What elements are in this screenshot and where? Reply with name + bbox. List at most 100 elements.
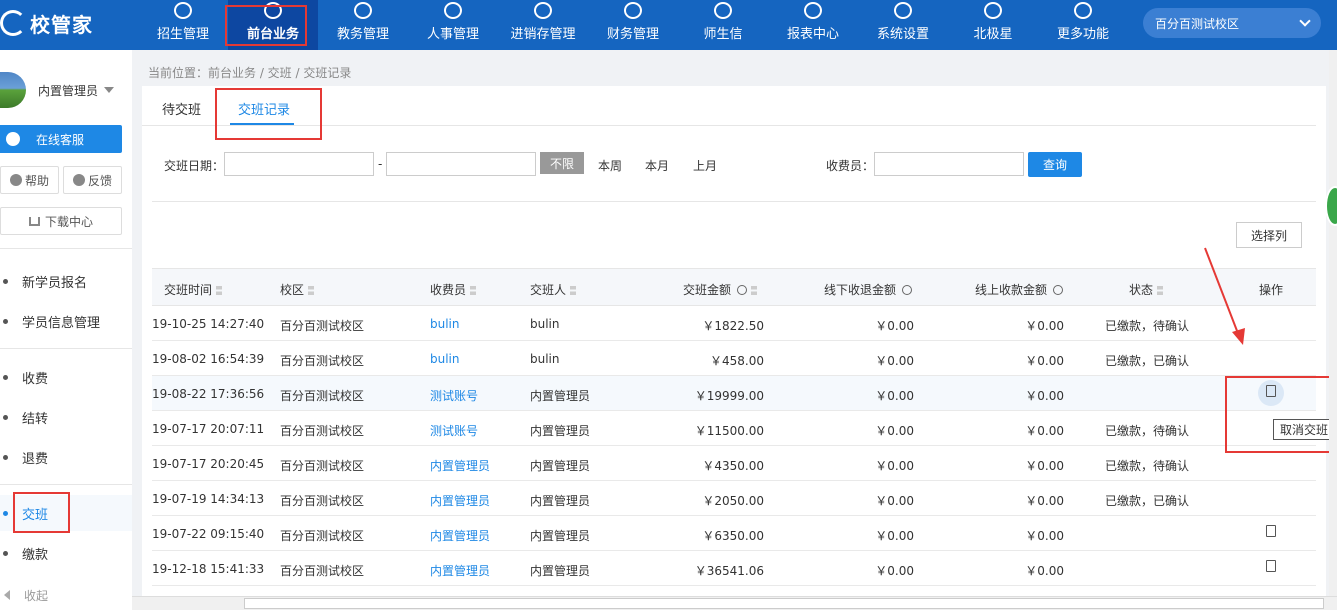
star-icon: [984, 2, 1002, 19]
header-label: 交班金额: [683, 283, 732, 297]
table-row: 19-08-02 16:54:39 百分百测试校区 bulin bulin ￥4…: [152, 341, 1316, 376]
vertical-scrollbar[interactable]: [1329, 50, 1337, 596]
sidebar-item-transfer[interactable]: 结转: [0, 399, 132, 435]
cell-time: 19-10-25 14:27:40: [152, 317, 265, 331]
select-columns-button[interactable]: 选择列: [1236, 222, 1302, 248]
cell-cashier[interactable]: 内置管理员: [430, 527, 490, 544]
main-panel: 待交班 交班记录 交班日期： - 不限 本周 本月 上月 收费员： 查询 选择列…: [142, 86, 1326, 600]
document-icon[interactable]: [1266, 525, 1276, 537]
end-date-input[interactable]: [386, 152, 536, 176]
cell-time: 19-07-22 09:15:40: [152, 527, 265, 541]
header-cell[interactable]: 校区: [280, 281, 315, 298]
nav-item-messages[interactable]: 师生信: [678, 0, 768, 50]
help-button[interactable]: 帮助: [0, 166, 59, 194]
nav-label: 师生信: [703, 27, 743, 42]
cell-amount: ￥11500.00: [694, 424, 764, 438]
cell-cashier[interactable]: bulin: [430, 317, 460, 331]
sidebar-item-payment[interactable]: 缴款: [0, 535, 132, 571]
header-label: 交班人: [530, 283, 567, 297]
horizontal-scrollbar[interactable]: [132, 596, 1337, 610]
nav-item-settings[interactable]: 系统设置: [858, 0, 948, 50]
breadcrumb: 当前位置：前台业务 / 交班 / 交班记录: [148, 66, 352, 80]
campus-selector[interactable]: 百分百测试校区: [1143, 8, 1321, 38]
cell-handover: 内置管理员: [530, 494, 591, 508]
help-feedback-row: 帮助 反馈: [0, 166, 122, 194]
online-service-button[interactable]: 在线客服: [0, 125, 122, 153]
sort-up-icon: [570, 286, 577, 295]
nav-item-reports[interactable]: 报表中心: [768, 0, 858, 50]
download-center-button[interactable]: 下载中心: [0, 207, 122, 235]
cell-cashier[interactable]: bulin: [430, 352, 460, 366]
sidebar-item-student-info[interactable]: 学员信息管理: [0, 303, 132, 339]
cell-status: 已缴款，待确认: [1105, 459, 1190, 473]
app-logo[interactable]: 校管家: [0, 8, 93, 38]
cashier-label: 收费员：: [826, 159, 875, 173]
header-cell[interactable]: 收费员: [430, 281, 477, 298]
report-icon: [804, 2, 822, 19]
nav-item-hr[interactable]: 人事管理: [408, 0, 498, 50]
this-month-link[interactable]: 本月: [645, 157, 669, 174]
this-week-link[interactable]: 本周: [598, 157, 622, 174]
bullet-icon: [3, 454, 8, 460]
bullet-icon: [3, 510, 8, 516]
bullet-icon: [3, 318, 8, 324]
user-name: 内置管理员: [38, 83, 99, 98]
cell-offline: ￥0.00: [875, 529, 914, 543]
sidebar-item-refund[interactable]: 退费: [0, 439, 132, 475]
feedback-label: 反馈: [87, 173, 112, 188]
gear-icon: [894, 2, 912, 19]
nav-item-more[interactable]: 更多功能: [1038, 0, 1128, 50]
cell-online: ￥0.00: [1025, 564, 1064, 578]
nav-label: 教务管理: [336, 27, 389, 42]
nav-item-finance[interactable]: 财务管理: [588, 0, 678, 50]
cell-offline: ￥0.00: [875, 354, 914, 368]
header-label: 收费员: [430, 283, 467, 297]
cell-handover: bulin: [530, 352, 560, 366]
filter-divider: [152, 201, 1316, 202]
header-cell[interactable]: 交班人: [530, 281, 577, 298]
cell-campus: 百分百测试校区: [280, 354, 365, 368]
bullet-icon: [3, 414, 8, 420]
feedback-button[interactable]: 反馈: [63, 166, 122, 194]
question-icon: [1053, 285, 1064, 295]
tab-pending-handover[interactable]: 待交班: [162, 99, 201, 118]
sidebar-item-new-enrollment[interactable]: 新学员报名: [0, 263, 132, 299]
sidebar-item-label: 缴款: [22, 547, 49, 563]
nav-item-inventory[interactable]: 进销存管理: [498, 0, 588, 50]
table-row: 19-07-17 20:07:11 百分百测试校区 测试账号 内置管理员 ￥11…: [152, 411, 1316, 446]
document-icon[interactable]: [1266, 560, 1276, 572]
sidebar-item-charge[interactable]: 收费: [0, 359, 132, 395]
user-plus-icon: [174, 2, 192, 19]
highlight-box-nav: [225, 5, 307, 46]
floating-helper-icon[interactable]: [1325, 186, 1337, 226]
cell-cashier[interactable]: 测试账号: [430, 422, 478, 439]
cell-cashier[interactable]: 内置管理员: [430, 457, 490, 474]
cell-cashier[interactable]: 测试账号: [430, 387, 478, 404]
nav-item-academic[interactable]: 教务管理: [318, 0, 408, 50]
sidebar-collapse-button[interactable]: 收起: [0, 580, 132, 610]
nav-item-recruit[interactable]: 招生管理: [138, 0, 228, 50]
finance-icon: [624, 2, 642, 19]
cell-online: ￥0.00: [1025, 319, 1064, 333]
cashier-input[interactable]: [874, 152, 1024, 176]
cell-handover: 内置管理员: [530, 529, 591, 543]
header-cell[interactable]: 交班时间: [164, 281, 223, 298]
query-button[interactable]: 查询: [1028, 152, 1082, 177]
header-cell[interactable]: 状态: [1129, 281, 1164, 298]
scrollbar-thumb[interactable]: [244, 598, 1324, 609]
cell-online: ￥0.00: [1025, 354, 1064, 368]
nav-item-polaris[interactable]: 北极星: [948, 0, 1038, 50]
start-date-input[interactable]: [224, 152, 374, 176]
collapse-label: 收起: [24, 588, 49, 603]
table-row: 19-10-25 14:27:40 百分百测试校区 bulin bulin ￥1…: [152, 306, 1316, 341]
header-cell[interactable]: 交班金额: [683, 281, 758, 298]
cell-cashier[interactable]: 内置管理员: [430, 562, 490, 579]
logo-icon: [0, 10, 26, 36]
user-menu[interactable]: 内置管理员: [0, 70, 132, 110]
date-label: 交班日期：: [164, 159, 225, 173]
last-month-link[interactable]: 上月: [693, 157, 717, 174]
unlimited-button[interactable]: 不限: [540, 152, 584, 174]
cell-cashier[interactable]: 内置管理员: [430, 492, 490, 509]
header-label: 线上收款金额: [975, 283, 1048, 297]
more-icon: [1074, 2, 1092, 19]
